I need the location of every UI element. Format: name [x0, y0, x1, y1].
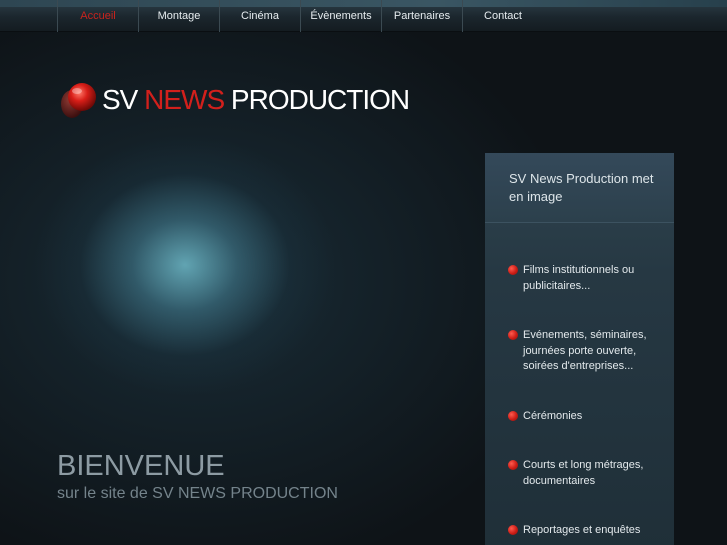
nav-item-label: Contact: [484, 10, 522, 22]
page: Accueil Montage Cinéma Évènements Parten…: [0, 0, 727, 545]
logo-sphere-icon: [61, 83, 96, 118]
nav-item-label: Montage: [157, 10, 201, 22]
site-logo[interactable]: SV NEWS PRODUCTION: [60, 79, 410, 121]
services-panel-header: SV News Production met en image: [485, 153, 674, 223]
nav-item-label: Partenaires: [393, 10, 451, 22]
logo-text-news: NEWS: [144, 84, 225, 115]
nav-item-partenaires[interactable]: Partenaires: [381, 0, 462, 32]
service-label: Evénements, séminaires, journées porte o…: [523, 329, 647, 372]
nav-item-cinema[interactable]: Cinéma: [219, 0, 300, 32]
nav-item-contact[interactable]: Contact: [462, 0, 543, 32]
service-label: Reportages et enquêtes: [523, 524, 641, 536]
nav-item-label: Cinéma: [241, 10, 279, 22]
service-label: Cérémonies: [523, 409, 583, 422]
list-item: Cérémonies: [508, 409, 668, 425]
red-bullet-icon: [508, 330, 518, 340]
logo-wordmark: SV NEWS PRODUCTION: [102, 84, 410, 115]
service-label: Courts et long métrages, documentaires: [523, 459, 644, 487]
top-navigation: Accueil Montage Cinéma Évènements Parten…: [0, 0, 727, 32]
logo-text-production: PRODUCTION: [230, 84, 410, 115]
list-item: Reportages et enquêtes: [508, 523, 668, 539]
list-item: Evénements, séminaires, journées porte o…: [508, 328, 668, 375]
services-list: Films institutionnels ou publicitaires..…: [508, 263, 668, 539]
list-item: Courts et long métrages, documentaires: [508, 458, 668, 489]
nav-item-label: Évènements: [310, 10, 372, 22]
service-label: Films institutionnels ou publicitaires..…: [523, 264, 635, 292]
red-bullet-icon: [508, 410, 518, 421]
services-panel-title: SV News Production met en image: [509, 171, 654, 204]
nav-item-label: Accueil: [80, 10, 116, 22]
nav-item-evenements[interactable]: Évènements: [300, 0, 381, 32]
nav-item-montage[interactable]: Montage: [138, 0, 219, 32]
welcome-title: BIENVENUE: [57, 450, 225, 482]
red-bullet-icon: [508, 265, 518, 275]
logo-text-sv: SV: [102, 84, 138, 115]
welcome-block: BIENVENUE sur le site de SV NEWS PRODUCT…: [57, 452, 338, 503]
red-bullet-icon: [508, 525, 518, 535]
services-panel: SV News Production met en image Films in…: [485, 153, 674, 545]
list-item: Films institutionnels ou publicitaires..…: [508, 263, 668, 294]
nav-list: Accueil Montage Cinéma Évènements Parten…: [57, 0, 543, 32]
welcome-subtitle: sur le site de SV NEWS PRODUCTION: [57, 485, 338, 502]
red-bullet-icon: [508, 460, 518, 470]
nav-item-accueil[interactable]: Accueil: [57, 0, 138, 32]
